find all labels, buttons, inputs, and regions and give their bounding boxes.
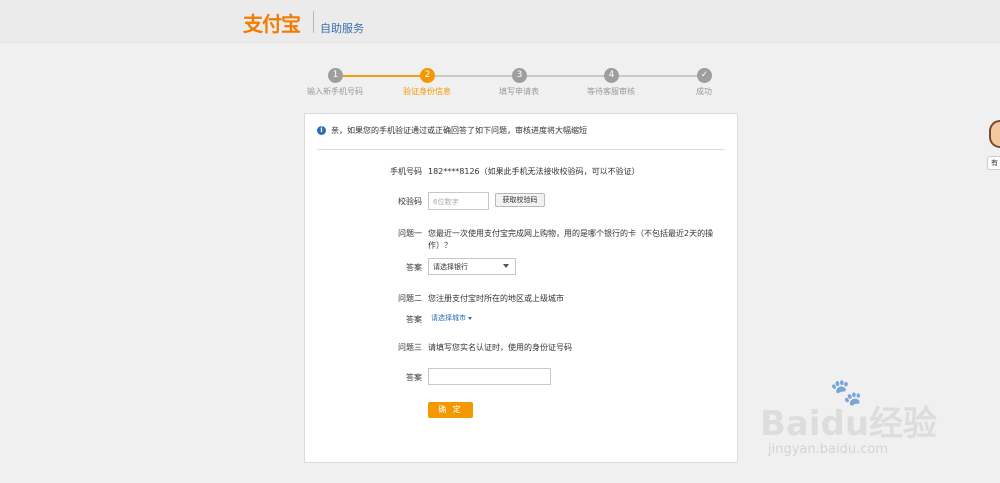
step-success-check-icon: ✓ xyxy=(697,68,712,83)
step-connector-1 xyxy=(343,75,423,77)
q1-text-line1: 您最近一次使用支付宝完成网上购物，用的是哪个银行的卡（不包括最近2天的操 xyxy=(428,229,714,238)
step-4-circle: 4 xyxy=(604,68,619,83)
notice-text: 亲，如果您的手机验证通过或正确回答了如下问题，审核进度将大幅缩短 xyxy=(331,126,587,135)
q1-answer-label: 答案 xyxy=(406,263,422,272)
step-4-label: 等待客服审核 xyxy=(587,87,635,96)
code-input[interactable]: 6位数字 xyxy=(428,192,489,210)
notice-bar: i 亲，如果您的手机验证通过或正确回答了如下问题，审核进度将大幅缩短 xyxy=(317,125,725,150)
step-3-label: 填写申请表 xyxy=(499,87,539,96)
q3-text: 请填写您实名认证时，使用的身份证号码 xyxy=(428,343,572,352)
caret-down-icon xyxy=(468,316,472,320)
top-header: 支付宝 自助服务 xyxy=(0,0,1000,43)
phone-value: 182****8126（如果此手机无法接收校验码，可以不验证） xyxy=(428,167,640,176)
bank-select[interactable]: 请选择银行 xyxy=(428,258,516,275)
service-title: 自助服务 xyxy=(320,22,364,35)
q2-label: 问题二 xyxy=(398,294,422,303)
verification-panel: i 亲，如果您的手机验证通过或正确回答了如下问题，审核进度将大幅缩短 手机号码 … xyxy=(304,113,738,463)
confirm-button[interactable]: 确 定 xyxy=(428,402,473,418)
step-connector-4 xyxy=(619,75,697,77)
step-connector-3 xyxy=(527,75,605,77)
helper-tag: 有 xyxy=(987,156,1000,170)
get-code-button[interactable]: 获取校验码 xyxy=(495,193,545,207)
step-2-circle: 2 xyxy=(420,68,435,83)
progress-steps: 1 2 3 4 ✓ 输入新手机号码 验证身份信息 填写申请表 等待客服审核 成功 xyxy=(0,66,1000,106)
q2-answer-label: 答案 xyxy=(406,315,422,324)
watermark-url: jingyan.baidu.com xyxy=(768,442,888,457)
baidu-watermark: 🐾 Baidu经验 jingyan.baidu.com xyxy=(760,378,990,468)
chevron-down-icon xyxy=(503,264,509,268)
step-1-circle: 1 xyxy=(328,68,343,83)
step-1-label: 输入新手机号码 xyxy=(307,87,363,96)
code-label: 校验码 xyxy=(398,197,422,206)
q3-label: 问题三 xyxy=(398,343,422,352)
step-connector-2 xyxy=(435,75,513,77)
watermark-brand: Baidu经验 xyxy=(760,404,938,444)
header-divider xyxy=(313,11,314,33)
bank-select-text: 请选择银行 xyxy=(433,263,468,271)
q2-text: 您注册支付宝时所在的地区或上级城市 xyxy=(428,294,564,303)
alipay-logo[interactable]: 支付宝 xyxy=(243,8,301,37)
helper-avatar-icon xyxy=(989,120,1000,148)
info-icon: i xyxy=(317,126,326,135)
city-select-link[interactable]: 请选择城市 xyxy=(431,313,472,323)
step-2-label: 验证身份信息 xyxy=(403,87,451,96)
city-select-text: 请选择城市 xyxy=(431,314,466,322)
id-number-input[interactable] xyxy=(428,368,551,385)
step-3-circle: 3 xyxy=(512,68,527,83)
q3-answer-label: 答案 xyxy=(406,373,422,382)
q1-label: 问题一 xyxy=(398,229,422,238)
step-5-label: 成功 xyxy=(696,87,712,96)
q1-text-line2: 作）？ xyxy=(428,241,452,250)
online-helper[interactable]: 有 xyxy=(985,112,1000,174)
phone-label: 手机号码 xyxy=(390,167,422,176)
